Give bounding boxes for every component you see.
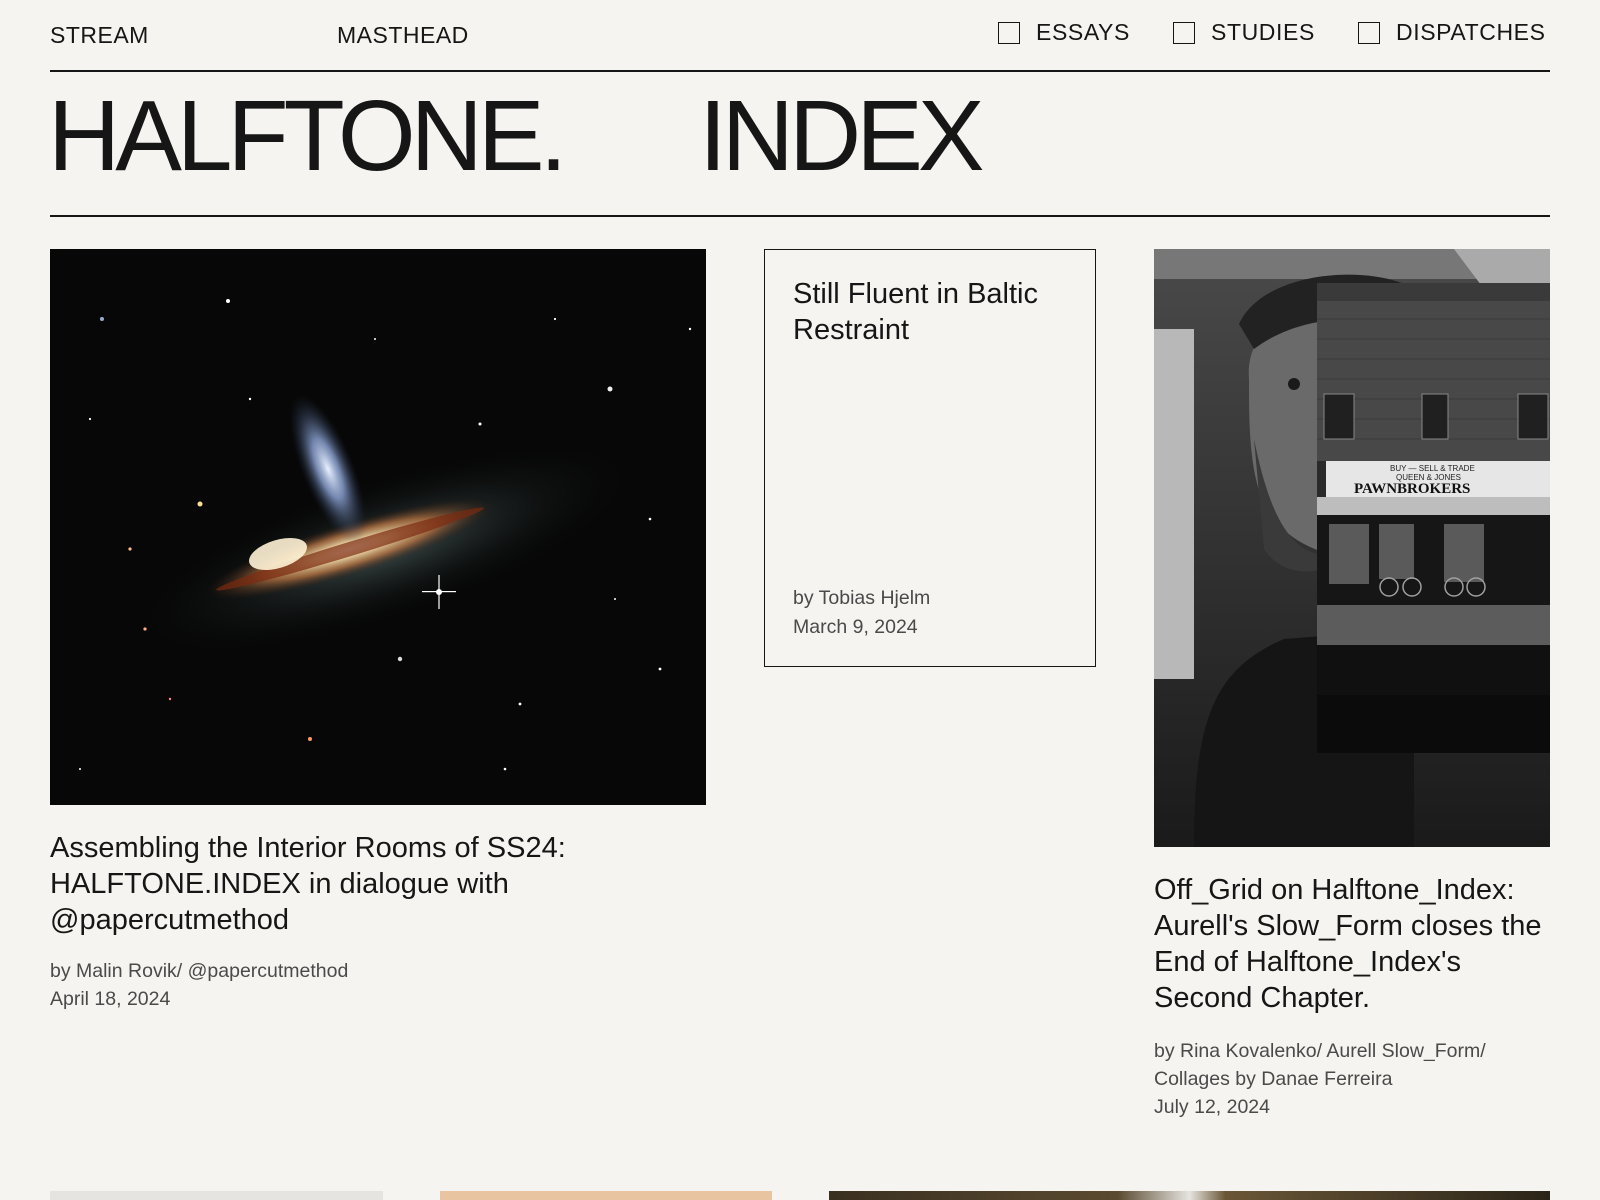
collage-sign-top: BUY — SELL & TRADE (1390, 464, 1475, 473)
portrait-collage-image: BUY — SELL & TRADE QUEEN & JONES PAWNBRO… (1154, 249, 1550, 847)
article-2-meta: by Tobias Hjelm March 9, 2024 (793, 584, 930, 642)
galaxy-image (50, 249, 706, 805)
article-4-image[interactable] (50, 1191, 383, 1200)
article-1-title[interactable]: Assembling the Interior Rooms of SS24: H… (50, 830, 610, 938)
filter-studies-label: STUDIES (1211, 19, 1315, 45)
header-divider (50, 70, 1550, 72)
storefront-collage-piece: BUY — SELL & TRADE QUEEN & JONES PAWNBRO… (1317, 283, 1550, 753)
article-3-byline: by Rina Kovalenko/ Aurell Slow_Form/ Col… (1154, 1040, 1486, 1090)
nav-stream-link[interactable]: STREAM (50, 22, 149, 49)
nav-masthead-link[interactable]: MASTHEAD (337, 22, 469, 49)
article-2-date: March 9, 2024 (793, 616, 918, 638)
logo-wordmark-halftone[interactable]: HALFTONE. (48, 86, 567, 186)
article-2-title[interactable]: Still Fluent in Baltic Restraint (793, 276, 1067, 348)
article-1-date: April 18, 2024 (50, 988, 171, 1010)
filter-dispatches-label: DISPATCHES (1396, 19, 1546, 45)
article-3-title[interactable]: Off_Grid on Halftone_Index: Aurell's Slo… (1154, 872, 1550, 1016)
dispatches-checkbox[interactable] (1358, 21, 1380, 44)
article-6-image[interactable] (829, 1191, 1550, 1200)
article-2-byline: by Tobias Hjelm (793, 587, 931, 609)
article-1-byline: by Malin Rovik/ @papercutmethod (50, 960, 349, 982)
article-1-image[interactable] (50, 249, 706, 805)
article-5-image[interactable] (440, 1191, 772, 1200)
article-3-image[interactable]: BUY — SELL & TRADE QUEEN & JONES PAWNBRO… (1154, 249, 1550, 847)
logo-wordmark-index[interactable]: INDEX (699, 86, 985, 186)
collage-sign-main: PAWNBROKERS (1354, 481, 1470, 497)
filter-studies[interactable]: STUDIES (1173, 19, 1315, 46)
filter-essays-label: ESSAYS (1036, 19, 1130, 45)
filter-dispatches[interactable]: DISPATCHES (1358, 19, 1546, 46)
article-2-card[interactable]: Still Fluent in Baltic Restraint by Tobi… (764, 249, 1096, 667)
article-3-date: July 12, 2024 (1154, 1096, 1271, 1118)
logo-divider (50, 215, 1550, 217)
filter-essays[interactable]: ESSAYS (998, 19, 1130, 46)
studies-checkbox[interactable] (1173, 21, 1195, 44)
essays-checkbox[interactable] (998, 21, 1020, 44)
